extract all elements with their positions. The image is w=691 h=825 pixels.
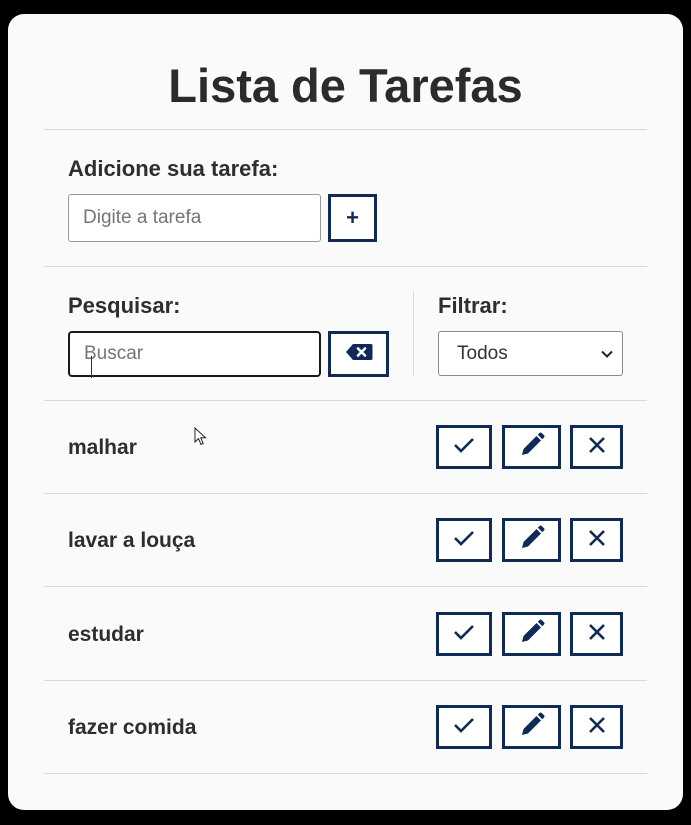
clear-search-button[interactable] (328, 331, 389, 377)
text-caret (91, 356, 92, 378)
check-icon (453, 436, 475, 459)
search-input[interactable] (68, 331, 321, 377)
finish-task-button[interactable] (436, 518, 492, 562)
filter-selected-value: Todos (457, 342, 508, 364)
divider (44, 129, 647, 130)
check-icon (453, 623, 475, 646)
add-button-label: + (346, 205, 359, 230)
task-text: fazer comida (68, 715, 197, 739)
remove-task-button[interactable] (570, 425, 623, 469)
close-icon (588, 716, 606, 739)
finish-task-button[interactable] (436, 425, 492, 469)
filter-label: Filtrar: (438, 293, 508, 318)
check-icon (453, 529, 475, 552)
edit-task-button[interactable] (502, 705, 561, 749)
pencil-icon (519, 432, 545, 463)
add-task-button[interactable]: + (328, 194, 377, 242)
close-icon (588, 623, 606, 646)
finish-task-button[interactable] (436, 705, 492, 749)
pencil-icon (519, 712, 545, 743)
task-row: fazer comida (44, 681, 647, 774)
edit-task-button[interactable] (502, 518, 561, 562)
divider (44, 266, 647, 267)
page-title: Lista de Tarefas (168, 59, 523, 112)
task-row: malhar (44, 401, 647, 494)
task-row: lavar a louça (44, 494, 647, 587)
remove-task-button[interactable] (570, 612, 623, 656)
backspace-icon (345, 343, 373, 366)
task-text: lavar a louça (68, 528, 196, 552)
edit-task-button[interactable] (502, 425, 561, 469)
add-task-input[interactable] (68, 194, 321, 242)
chevron-down-icon (600, 345, 614, 367)
edit-task-button[interactable] (502, 612, 561, 656)
remove-task-button[interactable] (570, 518, 623, 562)
todo-card: Lista de Tarefas Adicione sua tarefa: + … (8, 14, 683, 810)
task-text: malhar (68, 435, 137, 459)
check-icon (453, 716, 475, 739)
filter-select[interactable]: Todos (438, 331, 623, 376)
task-text: estudar (68, 622, 144, 646)
finish-task-button[interactable] (436, 612, 492, 656)
search-label: Pesquisar: (68, 293, 181, 318)
pencil-icon (519, 619, 545, 650)
remove-task-button[interactable] (570, 705, 623, 749)
add-task-label: Adicione sua tarefa: (68, 156, 279, 181)
close-icon (588, 529, 606, 552)
pencil-icon (519, 525, 545, 556)
close-icon (588, 436, 606, 459)
task-row: estudar (44, 588, 647, 681)
vertical-separator (413, 291, 414, 376)
mouse-cursor-icon (194, 426, 208, 452)
